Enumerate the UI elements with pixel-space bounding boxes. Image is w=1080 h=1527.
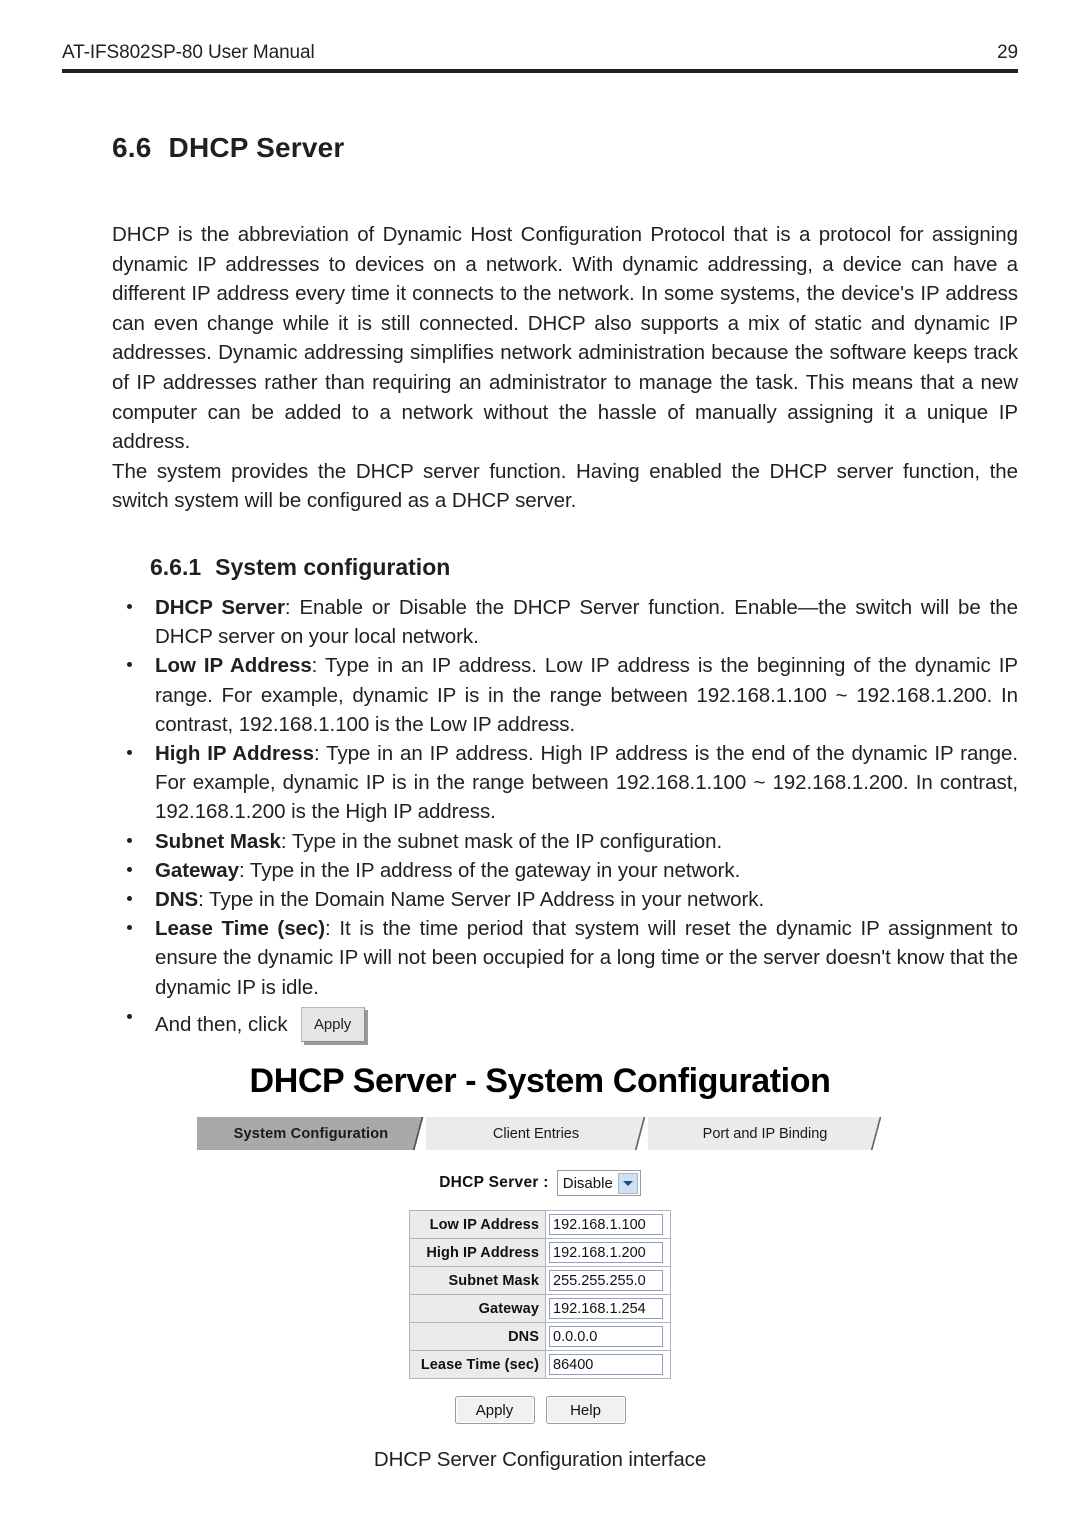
tab-label: Port and IP Binding [702, 1125, 828, 1142]
click-instruction-text: And then, click [155, 1013, 288, 1037]
help-button[interactable]: Help [545, 1396, 626, 1424]
tab-client-entries[interactable]: Client Entries [425, 1117, 648, 1150]
term-label: Gateway [155, 858, 239, 882]
figure-dhcp-config: DHCP Server - System Configuration Syste… [0, 1062, 1080, 1472]
table-row: Gateway 192.168.1.254 [409, 1294, 671, 1323]
term-description: : Type in the Domain Name Server IP Addr… [198, 887, 765, 911]
ui-page-title: DHCP Server - System Configuration [249, 1062, 831, 1100]
tab-label: Client Entries [492, 1125, 580, 1142]
bullet-dot [127, 925, 132, 931]
term-label: DNS [155, 887, 199, 911]
lease-time-input[interactable]: 86400 [549, 1354, 664, 1375]
system-paragraph: The system provides the DHCP server func… [112, 459, 1018, 513]
term-description: : Enable or Disable the DHCP Server func… [155, 595, 1018, 649]
bullet-dot [127, 749, 132, 755]
tab-port-and-ip-binding[interactable]: Port and IP Binding [647, 1117, 884, 1150]
intro-paragraph: DHCP is the abbreviation of Dynamic Host… [112, 223, 1018, 454]
manual-title: AT-IFS802SP-80 User Manual [62, 42, 315, 63]
dhcp-server-select[interactable]: Disable [556, 1170, 641, 1196]
table-row: DNS 0.0.0.0 [409, 1322, 671, 1351]
figure-caption: DHCP Server Configuration interface [373, 1448, 707, 1471]
section-number: 6.6 [112, 132, 152, 163]
row-label: Low IP Address [409, 1210, 547, 1239]
list-item: Gateway: Type in the IP address of the g… [112, 856, 1018, 885]
tab-bar: System Configuration Client Entries Port… [197, 1117, 884, 1150]
row-label: DNS [409, 1322, 547, 1351]
low-ip-address-input[interactable]: 192.168.1.100 [549, 1214, 664, 1235]
dhcp-server-label: DHCP Server : [439, 1174, 549, 1191]
bullet-dot [127, 662, 132, 668]
parameter-list: DHCP Server: Enable or Disable the DHCP … [112, 593, 1018, 1047]
table-row: Lease Time (sec) 86400 [409, 1350, 671, 1379]
term-label: DHCP Server [155, 595, 285, 619]
subsection-heading: 6.6.1 System configuration [150, 554, 1018, 581]
page-number: 29 [997, 42, 1018, 63]
row-label: Subnet Mask [409, 1266, 547, 1295]
chevron-down-icon[interactable] [617, 1172, 638, 1194]
tab-system-configuration[interactable]: System Configuration [197, 1117, 426, 1150]
bullet-dot [127, 603, 132, 609]
row-label: Gateway [409, 1294, 547, 1323]
list-item: Lease Time (sec): It is the time period … [112, 914, 1018, 1002]
dns-input[interactable]: 0.0.0.0 [549, 1326, 664, 1347]
list-item: DNS: Type in the Domain Name Server IP A… [112, 885, 1018, 914]
term-label: Low IP Address [155, 654, 312, 678]
section-title: DHCP Server [168, 132, 345, 163]
subsection-number: 6.6.1 [150, 553, 202, 580]
bullet-dot [127, 866, 132, 872]
page-content: 6.6 DHCP Server DHCP is the abbreviation… [112, 132, 1018, 1047]
list-item: High IP Address: Type in an IP address. … [112, 739, 1018, 827]
row-label: Lease Time (sec) [409, 1350, 547, 1379]
row-label: High IP Address [409, 1238, 547, 1267]
table-row: High IP Address 192.168.1.200 [409, 1238, 671, 1267]
ui-screenshot: System Configuration Client Entries Port… [197, 1117, 884, 1424]
subsection-title: System configuration [215, 553, 451, 580]
tab-label: System Configuration [233, 1125, 389, 1142]
page-header: AT-IFS802SP-80 User Manual 29 [62, 42, 1018, 73]
dhcp-server-row: DHCP Server : Disable [197, 1170, 883, 1196]
subnet-mask-input[interactable]: 255.255.255.0 [549, 1270, 664, 1291]
apply-button[interactable]: Apply [454, 1396, 535, 1424]
list-item: Low IP Address: Type in an IP address. L… [112, 651, 1018, 739]
list-item: DHCP Server: Enable or Disable the DHCP … [112, 593, 1018, 651]
header-rule [62, 69, 1018, 73]
gateway-input[interactable]: 192.168.1.254 [549, 1298, 664, 1319]
dhcp-config-table: Low IP Address 192.168.1.100 High IP Add… [409, 1210, 671, 1379]
table-row: Low IP Address 192.168.1.100 [409, 1210, 671, 1239]
high-ip-address-input[interactable]: 192.168.1.200 [549, 1242, 664, 1263]
term-label: High IP Address [155, 741, 314, 765]
table-row: Subnet Mask 255.255.255.0 [409, 1266, 671, 1295]
bullet-dot [127, 1013, 132, 1019]
list-item-click-apply: And then, click Apply [112, 1003, 1018, 1047]
form-button-row: Apply Help [197, 1396, 883, 1424]
bullet-dot [127, 895, 132, 901]
list-item: Subnet Mask: Type in the subnet mask of … [112, 827, 1018, 856]
term-description: : Type in the IP address of the gateway … [238, 858, 741, 882]
term-description: : Type in the subnet mask of the IP conf… [280, 829, 723, 853]
dhcp-server-selected-value: Disable [562, 1174, 613, 1192]
apply-button-illustration: Apply [300, 1007, 365, 1043]
section-heading: 6.6 DHCP Server [112, 132, 1018, 164]
term-label: Lease Time (sec) [155, 917, 326, 941]
term-label: Subnet Mask [155, 829, 281, 853]
bullet-dot [127, 837, 132, 843]
